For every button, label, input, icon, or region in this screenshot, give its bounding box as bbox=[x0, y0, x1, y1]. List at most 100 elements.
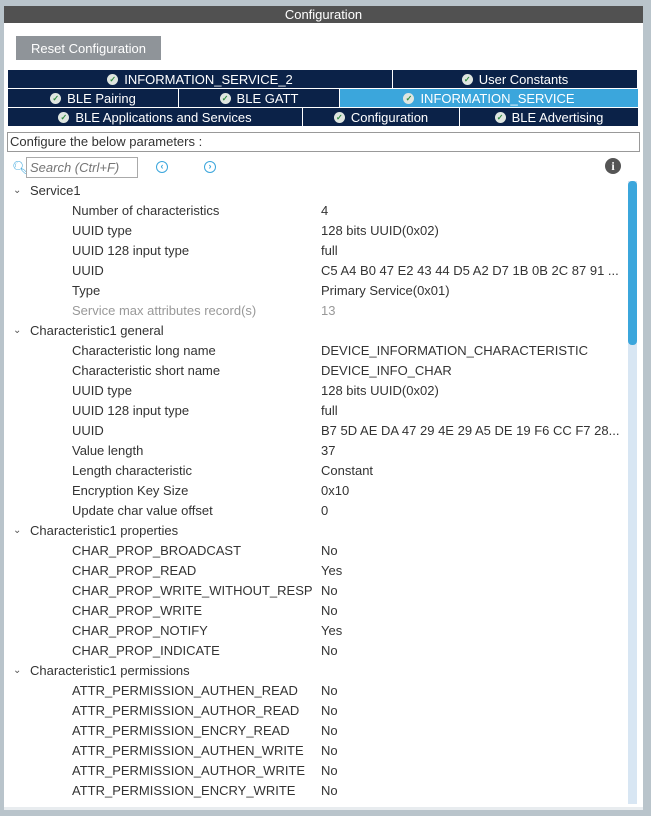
parameter-value[interactable]: 0x10 bbox=[321, 481, 349, 501]
reset-configuration-button[interactable]: Reset Configuration bbox=[16, 36, 161, 60]
parameter-row[interactable]: ATTR_PERMISSION_AUTHOR_READ No bbox=[4, 701, 624, 721]
parameter-value[interactable]: 0 bbox=[321, 501, 328, 521]
previous-result-icon[interactable]: ‹ bbox=[156, 161, 168, 173]
parameter-value[interactable]: 37 bbox=[321, 441, 335, 461]
parameter-value[interactable]: No bbox=[321, 601, 338, 621]
parameter-row[interactable]: Update char value offset 0 bbox=[4, 501, 624, 521]
parameter-row[interactable]: CHAR_PROP_BROADCAST No bbox=[4, 541, 624, 561]
parameter-value[interactable]: DEVICE_INFORMATION_CHARACTERISTIC bbox=[321, 341, 588, 361]
parameter-row[interactable]: ATTR_PERMISSION_ENCRY_READ No bbox=[4, 721, 624, 741]
parameter-row[interactable]: CHAR_PROP_NOTIFY Yes bbox=[4, 621, 624, 641]
parameter-label: ATTR_PERMISSION_AUTHOR_WRITE bbox=[72, 763, 306, 778]
tab-row-1: ✓ INFORMATION_SERVICE_2 ✓ User Constants bbox=[8, 70, 638, 88]
parameter-row[interactable]: Type Primary Service(0x01) bbox=[4, 281, 624, 301]
tab-user-constants[interactable]: ✓ User Constants bbox=[393, 70, 637, 88]
parameter-value[interactable]: No bbox=[321, 681, 338, 701]
parameter-value[interactable]: C5 A4 B0 47 E2 43 44 D5 A2 D7 1B 0B 2C 8… bbox=[321, 261, 619, 281]
group-name: Characteristic1 properties bbox=[30, 523, 179, 538]
tab-label: INFORMATION_SERVICE bbox=[420, 90, 575, 106]
parameter-value[interactable]: No bbox=[321, 721, 338, 741]
parameter-row[interactable]: Service max attributes record(s) 13 bbox=[4, 301, 624, 321]
scrollbar-thumb[interactable] bbox=[628, 181, 637, 345]
parameter-label: CHAR_PROP_BROADCAST bbox=[72, 543, 242, 558]
parameter-row[interactable]: Length characteristic Constant bbox=[4, 461, 624, 481]
parameter-label: Type bbox=[72, 283, 101, 298]
panel-title: Configuration bbox=[4, 6, 643, 23]
parameter-value[interactable]: B7 5D AE DA 47 29 4E 29 A5 DE 19 F6 CC F… bbox=[321, 421, 619, 441]
parameter-value[interactable]: No bbox=[321, 781, 338, 801]
parameter-label: CHAR_PROP_NOTIFY bbox=[72, 623, 208, 638]
parameter-row[interactable]: UUID type 128 bits UUID(0x02) bbox=[4, 381, 624, 401]
tab-ble-advertising[interactable]: ✓ BLE Advertising bbox=[460, 108, 638, 126]
parameter-label: Service max attributes record(s) bbox=[72, 303, 257, 318]
group-header[interactable]: ⌄ Characteristic1 general bbox=[4, 321, 624, 341]
parameter-value[interactable]: No bbox=[321, 541, 338, 561]
parameter-value[interactable]: full bbox=[321, 241, 338, 261]
parameter-value[interactable]: 128 bits UUID(0x02) bbox=[321, 381, 439, 401]
parameter-label: ATTR_PERMISSION_ENCRY_WRITE bbox=[72, 783, 296, 798]
parameter-value[interactable]: No bbox=[321, 641, 338, 661]
group-name: Characteristic1 permissions bbox=[30, 663, 190, 678]
parameter-label: UUID bbox=[72, 423, 104, 438]
check-circle-icon: ✓ bbox=[58, 111, 70, 123]
parameter-label: UUID 128 input type bbox=[72, 243, 190, 258]
group-header[interactable]: ⌄ Characteristic1 permissions bbox=[4, 661, 624, 681]
group-header[interactable]: ⌄ Characteristic1 properties bbox=[4, 521, 624, 541]
parameter-row[interactable]: Encryption Key Size 0x10 bbox=[4, 481, 624, 501]
parameter-value[interactable]: 4 bbox=[321, 201, 328, 221]
parameter-value[interactable]: No bbox=[321, 741, 338, 761]
parameter-value[interactable]: Yes bbox=[321, 621, 342, 641]
parameter-row[interactable]: CHAR_PROP_WRITE_WITHOUT_RESP No bbox=[4, 581, 624, 601]
parameter-row[interactable]: CHAR_PROP_INDICATE No bbox=[4, 641, 624, 661]
parameter-value[interactable]: Yes bbox=[321, 561, 342, 581]
tab-ble-applications-and-services[interactable]: ✓ BLE Applications and Services bbox=[8, 108, 303, 126]
configure-label: Configure the below parameters : bbox=[7, 132, 640, 152]
parameter-label: UUID 128 input type bbox=[72, 403, 190, 418]
info-icon[interactable]: i bbox=[605, 158, 621, 174]
parameter-label: UUID type bbox=[72, 383, 132, 398]
tab-information-service-2[interactable]: ✓ INFORMATION_SERVICE_2 bbox=[8, 70, 393, 88]
group-header[interactable]: ⌄ Service1 bbox=[4, 181, 624, 201]
parameter-label: Encryption Key Size bbox=[72, 483, 189, 498]
parameter-value[interactable]: No bbox=[321, 701, 338, 721]
parameter-label: CHAR_PROP_WRITE_WITHOUT_RESP bbox=[72, 583, 313, 598]
parameter-label: ATTR_PERMISSION_ENCRY_READ bbox=[72, 723, 290, 738]
next-result-icon[interactable]: › bbox=[204, 161, 216, 173]
parameter-row[interactable]: CHAR_PROP_READ Yes bbox=[4, 561, 624, 581]
parameter-value[interactable]: Constant bbox=[321, 461, 373, 481]
parameter-row[interactable]: UUID 128 input type full bbox=[4, 241, 624, 261]
parameter-row[interactable]: Characteristic short name DEVICE_INFO_CHA… bbox=[4, 361, 624, 381]
parameter-value[interactable]: No bbox=[321, 581, 338, 601]
parameter-row[interactable]: Characteristic long name DEVICE_INFORMATI… bbox=[4, 341, 624, 361]
vertical-scrollbar[interactable] bbox=[628, 181, 637, 804]
parameter-row[interactable]: ATTR_PERMISSION_AUTHOR_WRITE No bbox=[4, 761, 624, 781]
chevron-down-icon[interactable]: ⌄ bbox=[13, 181, 21, 201]
parameter-row[interactable]: UUID 128 input type full bbox=[4, 401, 624, 421]
parameter-row[interactable]: ATTR_PERMISSION_AUTHEN_WRITE No bbox=[4, 741, 624, 761]
parameter-label: Value length bbox=[72, 443, 144, 458]
parameter-row[interactable]: UUID B7 5D AE DA 47 29 4E 29 A5 DE 19 F6 … bbox=[4, 421, 624, 441]
parameter-value[interactable]: DEVICE_INFO_CHAR bbox=[321, 361, 452, 381]
search-input[interactable] bbox=[26, 157, 138, 178]
chevron-down-icon[interactable]: ⌄ bbox=[13, 661, 21, 681]
parameter-row[interactable]: CHAR_PROP_WRITE No bbox=[4, 601, 624, 621]
parameter-value[interactable]: No bbox=[321, 761, 338, 781]
tab-ble-pairing[interactable]: ✓ BLE Pairing bbox=[8, 89, 179, 107]
parameter-row[interactable]: ATTR_PERMISSION_AUTHEN_READ No bbox=[4, 681, 624, 701]
group-name: Characteristic1 general bbox=[30, 323, 164, 338]
parameter-value[interactable]: 128 bits UUID(0x02) bbox=[321, 221, 439, 241]
tab-information-service[interactable]: ✓ INFORMATION_SERVICE bbox=[340, 89, 638, 107]
parameter-value[interactable]: full bbox=[321, 401, 338, 421]
parameter-row[interactable]: Number of characteristics 4 bbox=[4, 201, 624, 221]
parameter-row[interactable]: Value length 37 bbox=[4, 441, 624, 461]
check-circle-icon: ✓ bbox=[494, 111, 506, 123]
parameter-label: UUID bbox=[72, 263, 104, 278]
parameter-value[interactable]: Primary Service(0x01) bbox=[321, 281, 450, 301]
parameter-row[interactable]: ATTR_PERMISSION_ENCRY_WRITE No bbox=[4, 781, 624, 801]
chevron-down-icon[interactable]: ⌄ bbox=[13, 321, 21, 341]
parameter-row[interactable]: UUID type 128 bits UUID(0x02) bbox=[4, 221, 624, 241]
chevron-down-icon[interactable]: ⌄ bbox=[13, 521, 21, 541]
parameter-row[interactable]: UUID C5 A4 B0 47 E2 43 44 D5 A2 D7 1B 0B … bbox=[4, 261, 624, 281]
tab-ble-gatt[interactable]: ✓ BLE GATT bbox=[179, 89, 340, 107]
tab-configuration[interactable]: ✓ Configuration bbox=[303, 108, 460, 126]
